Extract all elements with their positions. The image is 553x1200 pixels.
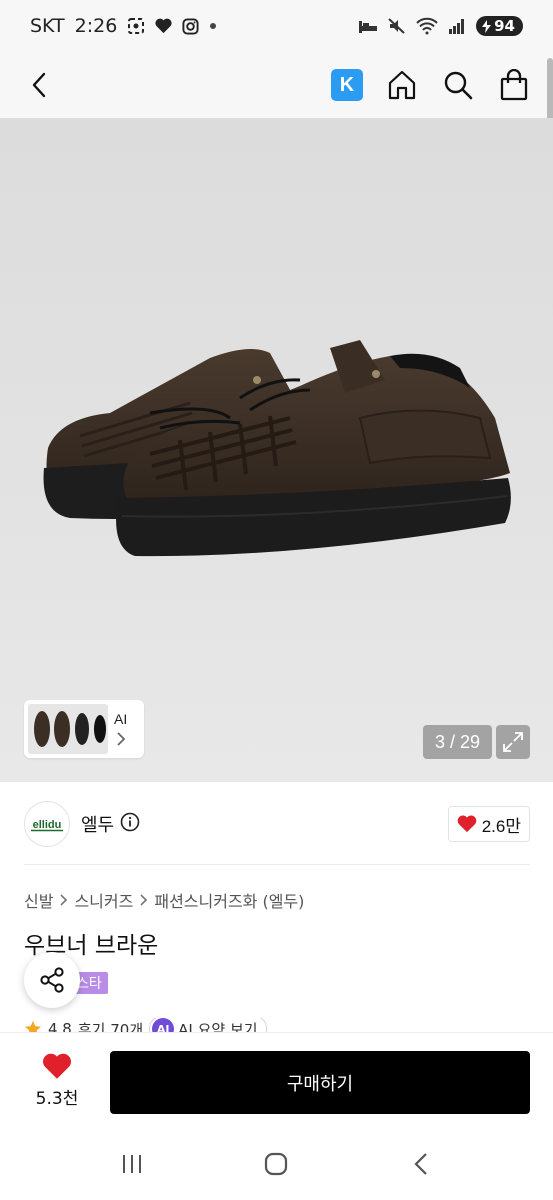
clock: 2:26 [74, 15, 118, 37]
recents-button[interactable] [112, 1144, 152, 1184]
thumbnail-ai-label: AI [114, 711, 128, 727]
battery-level: 94 [494, 17, 515, 35]
heart-filled-icon [43, 1053, 71, 1079]
search-icon [444, 71, 473, 100]
breadcrumb-item-fashion-sneakers[interactable]: 패션스니커즈화 (엘두) [154, 888, 304, 912]
share-icon [40, 967, 64, 993]
k-app-button[interactable]: K [331, 69, 363, 101]
wifi-icon [416, 16, 438, 36]
home-icon [388, 70, 416, 100]
top-navigation: K [0, 52, 553, 118]
breadcrumb: 신발 스니커즈 패션스니커즈화 (엘두) [24, 888, 304, 912]
screenshot-icon [127, 16, 145, 36]
divider [24, 864, 530, 865]
chevron-right-icon [116, 732, 125, 746]
buy-button[interactable]: 구매하기 [110, 1051, 530, 1114]
home-button[interactable] [385, 68, 419, 102]
search-button[interactable] [441, 68, 475, 102]
signal-icon [448, 16, 466, 36]
expand-icon [503, 732, 523, 752]
system-navigation-bar [0, 1128, 553, 1200]
brand-like-count: 2.6만 [481, 816, 521, 836]
status-bar: SKT 2:26 94 [0, 0, 553, 52]
breadcrumb-item-shoes[interactable]: 신발 [24, 888, 53, 912]
cart-button[interactable] [497, 68, 531, 102]
home-circle-icon [265, 1152, 288, 1176]
share-button[interactable] [24, 952, 80, 1008]
brand-like-button[interactable]: 2.6만 [447, 806, 530, 842]
product-photo-sneakers [43, 340, 511, 557]
back-button[interactable] [22, 68, 56, 102]
brand-logo[interactable]: ellidu [24, 801, 70, 847]
dot-icon [209, 16, 217, 36]
carrier-label: SKT [30, 15, 65, 37]
instagram-icon [182, 16, 199, 36]
sleep-icon [358, 16, 378, 36]
heart-icon [155, 16, 172, 36]
brand-name[interactable]: 엘두 [81, 811, 114, 837]
mute-icon [388, 16, 406, 36]
wishlist-count: 5.3천 [35, 1089, 79, 1109]
purchase-bar: 5.3천 구매하기 [0, 1032, 553, 1128]
thumbnail-image [28, 704, 108, 754]
brand-row: ellidu 엘두 2.6만 [24, 800, 530, 848]
wishlist-button[interactable]: 5.3천 [24, 1053, 90, 1109]
image-counter: 3 / 29 [423, 725, 492, 759]
chevron-left-icon [32, 72, 46, 98]
system-back-button[interactable] [401, 1144, 441, 1184]
bag-icon [500, 69, 528, 101]
heart-filled-icon [457, 815, 477, 833]
breadcrumb-item-sneakers[interactable]: 스니커즈 [74, 888, 133, 912]
brand-logo-text: ellidu [33, 819, 62, 831]
chevron-right-icon [60, 894, 68, 906]
fullscreen-button[interactable] [496, 725, 530, 759]
battery-icon: 94 [476, 16, 523, 36]
info-icon[interactable] [120, 812, 140, 836]
recents-icon [123, 1155, 142, 1173]
ai-similar-thumbnail[interactable]: AI [24, 700, 144, 758]
system-home-button[interactable] [256, 1144, 296, 1184]
k-label: K [339, 73, 355, 96]
back-icon [414, 1153, 427, 1175]
product-image-gallery[interactable]: AI 3 / 29 [0, 118, 553, 782]
chevron-right-icon [140, 894, 148, 906]
